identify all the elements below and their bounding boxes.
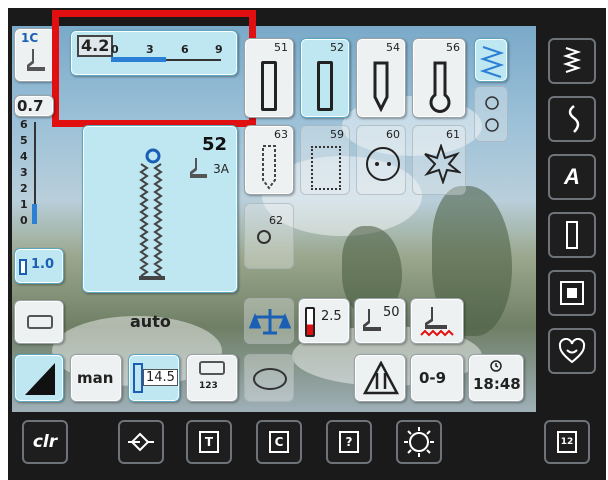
personal-program-button[interactable] xyxy=(548,328,596,374)
buttonhole-length-button[interactable] xyxy=(14,300,64,344)
eco-sun-icon xyxy=(404,427,434,457)
manual-label: man xyxy=(77,369,114,387)
zigzag-icon xyxy=(479,46,505,78)
foot-pressure-button[interactable]: 50 xyxy=(354,298,406,344)
balance-scale-icon xyxy=(249,309,291,335)
practical-stitches-button[interactable] xyxy=(548,38,596,84)
feed-dog-icon xyxy=(420,307,454,337)
presser-foot-icon xyxy=(363,309,381,331)
consultant-icon: C xyxy=(269,431,289,453)
round-buttonhole-icon xyxy=(429,61,451,113)
stitch-tile-61[interactable]: 61 xyxy=(412,125,466,195)
tension-value: 14.5 xyxy=(143,369,178,386)
stitch-tile-54[interactable]: 54 xyxy=(356,38,406,118)
help-button[interactable]: ? xyxy=(326,420,372,464)
memory-label: 0-9 xyxy=(419,369,447,387)
clock-time: 18:48 xyxy=(473,375,521,393)
buttonhole-icon xyxy=(566,221,578,249)
presser-foot-icon xyxy=(27,49,45,71)
arrow-diamond-icon xyxy=(128,432,154,452)
stitch-length-control[interactable]: 0.7 xyxy=(14,95,54,117)
wave-stitch-icon xyxy=(568,105,580,133)
alphabet-icon: A xyxy=(564,164,580,189)
warning-icon xyxy=(363,361,399,395)
buttonhole-stitch-icon xyxy=(139,148,165,280)
highlight-box xyxy=(52,10,256,127)
help-icon: ? xyxy=(339,431,359,453)
buttonholes-button[interactable] xyxy=(548,212,596,258)
feed-dog-button[interactable] xyxy=(410,298,464,344)
tension-control[interactable]: 14.5 xyxy=(128,354,180,402)
zigzag-mode-button[interactable] xyxy=(474,38,508,82)
presser-foot-icon xyxy=(190,158,207,178)
clear-label: clr xyxy=(32,432,58,452)
pattern-end-button[interactable] xyxy=(14,354,64,402)
balance-button[interactable] xyxy=(244,298,294,344)
right-sidebar: A xyxy=(540,26,602,412)
clock-icon xyxy=(490,360,502,372)
eco-button[interactable] xyxy=(396,420,442,464)
rectangle-stitch-icon xyxy=(311,146,341,190)
eyelet-star-icon xyxy=(424,144,461,184)
stitch-tile-59[interactable]: 59 xyxy=(300,125,350,195)
memory-button[interactable]: 0-9 xyxy=(410,354,464,402)
decorative-stitches-button[interactable] xyxy=(548,96,596,142)
stitch-tile-51[interactable]: 51 xyxy=(244,38,294,118)
counter-button[interactable]: 123 xyxy=(186,354,238,402)
counter-icon xyxy=(199,361,225,375)
counter-label: 123 xyxy=(199,381,218,391)
connect-button[interactable] xyxy=(118,420,164,464)
button-sew-on-icon xyxy=(366,147,400,181)
eyelet-icon xyxy=(257,230,271,244)
buttonhole-icon xyxy=(261,61,277,111)
buttonhole-mode-label: auto xyxy=(130,312,171,331)
clear-button[interactable]: clr xyxy=(22,420,68,464)
buttonhole-icon xyxy=(317,61,333,111)
selected-stitch-number: 52 xyxy=(201,134,227,155)
slope-icon xyxy=(25,363,55,395)
decorative-stitch-button[interactable] xyxy=(474,86,508,142)
needle-position-value: 1.0 xyxy=(31,257,55,272)
stitch-tile-62[interactable]: 62 xyxy=(244,203,294,269)
flower-icon xyxy=(485,96,499,132)
stitch-column-icon xyxy=(562,47,582,73)
needle-position-icon xyxy=(19,259,27,275)
selected-stitch-foot: 3A xyxy=(213,162,229,176)
heart-smile-icon xyxy=(558,338,586,364)
bobbin-thread-icon xyxy=(253,368,287,390)
manual-button[interactable]: man xyxy=(70,354,122,402)
needle-position-control[interactable]: 1.0 xyxy=(14,248,64,284)
creative-consultant-button[interactable]: C xyxy=(256,420,302,464)
buttonhole-length-icon xyxy=(27,315,53,329)
stitch-tile-56[interactable]: 56 xyxy=(412,38,466,118)
presser-foot-button[interactable]: 1C xyxy=(14,28,56,82)
quilt-stitches-button[interactable] xyxy=(548,270,596,316)
stitch-tile-63[interactable]: 63 xyxy=(244,125,294,195)
selected-stitch-preview[interactable]: 52 3A xyxy=(82,125,238,293)
bobbin-indicator-icon xyxy=(305,307,315,337)
stitch-length-value: 0.7 xyxy=(17,97,44,115)
setup-program-button[interactable]: 12 xyxy=(544,420,590,464)
warning-button[interactable] xyxy=(354,354,406,402)
needle-stop-value: 2.5 xyxy=(321,309,342,324)
stitch-tile-60[interactable]: 60 xyxy=(356,125,406,195)
keyhole-buttonhole-icon xyxy=(373,61,389,113)
foot-pressure-value: 50 xyxy=(383,305,400,320)
thread-cutter-button[interactable] xyxy=(244,354,294,402)
page-icon: 12 xyxy=(557,431,577,453)
stitch-length-scale: 6 5 4 3 2 1 0 xyxy=(14,118,44,230)
bartack-icon xyxy=(262,145,276,190)
stitch-tile-52[interactable]: 52 xyxy=(300,38,350,118)
tutorial-icon: T xyxy=(199,431,219,453)
tension-icon xyxy=(133,363,143,393)
presser-foot-label: 1C xyxy=(21,31,39,45)
quilt-square-icon xyxy=(560,281,584,305)
needle-stop-button[interactable]: 2.5 xyxy=(298,298,350,344)
tutorial-button[interactable]: T xyxy=(186,420,232,464)
clock-button[interactable]: 18:48 xyxy=(468,354,524,402)
alphabets-button[interactable]: A xyxy=(548,154,596,200)
bottom-bar: clr T C ? 12 xyxy=(8,412,606,478)
